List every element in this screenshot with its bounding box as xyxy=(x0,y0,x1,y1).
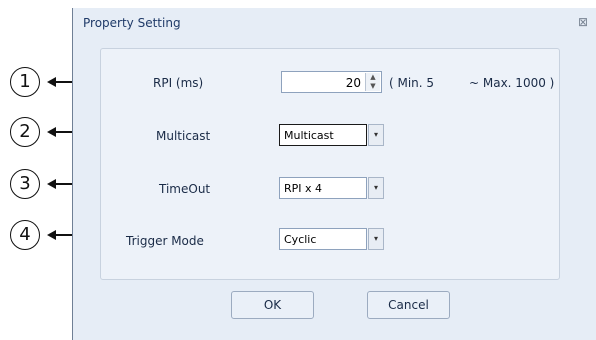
cancel-button[interactable]: Cancel xyxy=(367,291,450,319)
property-setting-dialog: Property Setting ⊠ RPI (ms) 20 ▲ ▼ ( Min… xyxy=(72,8,596,340)
timeout-select-value[interactable]: RPI x 4 xyxy=(279,177,367,199)
rpi-spinner[interactable]: ▲ ▼ xyxy=(365,73,380,91)
callout-3: 3 xyxy=(10,169,40,199)
callout-1: 1 xyxy=(10,67,40,97)
rpi-min-text: ( Min. 5 xyxy=(389,76,435,90)
timeout-select[interactable]: RPI x 4 ▾ xyxy=(279,177,384,199)
dialog-title: Property Setting xyxy=(83,16,181,30)
trigger-mode-select[interactable]: Cyclic ▾ xyxy=(279,228,384,250)
ok-button[interactable]: OK xyxy=(231,291,314,319)
spin-down-icon[interactable]: ▼ xyxy=(366,82,380,91)
timeout-label: TimeOut xyxy=(159,182,211,196)
multicast-label: Multicast xyxy=(156,129,211,143)
chevron-down-icon[interactable]: ▾ xyxy=(368,177,384,199)
rpi-label: RPI (ms) xyxy=(153,76,204,90)
title-bar[interactable]: Property Setting ⊠ xyxy=(73,8,596,38)
callout-2: 2 xyxy=(10,117,40,147)
settings-panel: RPI (ms) 20 ▲ ▼ ( Min. 5 ~ Max. 1000 ) M… xyxy=(100,48,560,280)
spin-up-icon[interactable]: ▲ xyxy=(366,73,380,82)
close-icon[interactable]: ⊠ xyxy=(578,15,588,29)
rpi-value: 20 xyxy=(345,76,361,90)
chevron-down-icon[interactable]: ▾ xyxy=(368,124,384,146)
rpi-max-text: ~ Max. 1000 ) xyxy=(469,76,555,90)
rpi-input[interactable]: 20 ▲ ▼ xyxy=(281,71,382,93)
chevron-down-icon[interactable]: ▾ xyxy=(368,228,384,250)
trigger-mode-select-value[interactable]: Cyclic xyxy=(279,228,367,250)
callout-4: 4 xyxy=(10,220,40,250)
multicast-select-value[interactable]: Multicast xyxy=(279,124,367,146)
trigger-mode-label: Trigger Mode xyxy=(126,234,204,248)
multicast-select[interactable]: Multicast ▾ xyxy=(279,124,384,146)
